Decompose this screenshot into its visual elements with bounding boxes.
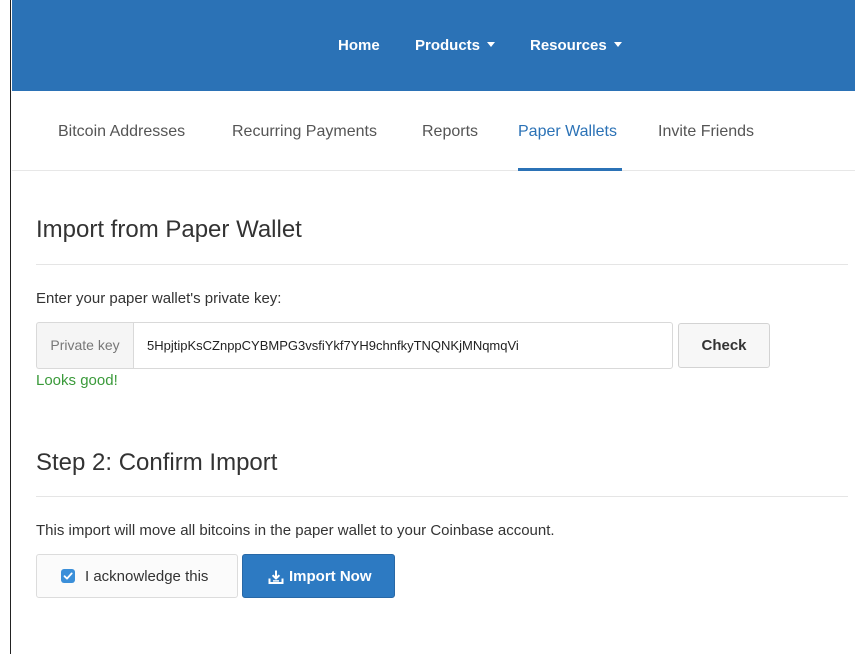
- confirm-section-title: Step 2: Confirm Import: [36, 449, 278, 476]
- nav-products-label: Products: [415, 37, 481, 54]
- import-now-label: Import Now: [289, 568, 372, 585]
- nav-products-dropdown[interactable]: Products: [415, 37, 496, 54]
- sub-nav-tabs: Bitcoin Addresses Recurring Payments Rep…: [12, 91, 855, 171]
- private-key-input[interactable]: [133, 322, 673, 369]
- top-nav: Home Products Resources: [12, 37, 855, 59]
- tab-invite-friends[interactable]: Invite Friends: [658, 123, 754, 141]
- top-navbar: Home Products Resources: [12, 0, 855, 91]
- private-key-addon: Private key: [36, 322, 133, 369]
- nav-resources-dropdown[interactable]: Resources: [530, 37, 622, 54]
- active-tab-indicator: [518, 168, 622, 171]
- tab-reports[interactable]: Reports: [422, 123, 478, 141]
- section-divider: [36, 496, 848, 497]
- import-description: This import will move all bitcoins in th…: [36, 522, 555, 539]
- import-section-title: Import from Paper Wallet: [36, 216, 302, 243]
- acknowledge-checkbox-button[interactable]: I acknowledge this: [36, 554, 238, 598]
- tab-recurring-payments[interactable]: Recurring Payments: [232, 123, 377, 141]
- tab-paper-wallets[interactable]: Paper Wallets: [518, 123, 617, 141]
- acknowledge-label: I acknowledge this: [85, 568, 209, 585]
- download-icon: [268, 570, 284, 584]
- caret-down-icon: [487, 42, 496, 48]
- caret-down-icon: [613, 42, 622, 48]
- validation-status: Looks good!: [36, 372, 118, 389]
- section-divider: [36, 264, 848, 265]
- private-key-prompt: Enter your paper wallet's private key:: [36, 290, 282, 307]
- window-frame-edge: [0, 0, 11, 654]
- check-icon: [63, 572, 73, 580]
- acknowledge-checkbox[interactable]: [61, 569, 75, 583]
- nav-home[interactable]: Home: [338, 37, 380, 54]
- nav-resources-label: Resources: [530, 37, 607, 54]
- check-button[interactable]: Check: [678, 323, 770, 368]
- tab-bitcoin-addresses[interactable]: Bitcoin Addresses: [58, 123, 185, 141]
- import-now-button[interactable]: Import Now: [242, 554, 395, 598]
